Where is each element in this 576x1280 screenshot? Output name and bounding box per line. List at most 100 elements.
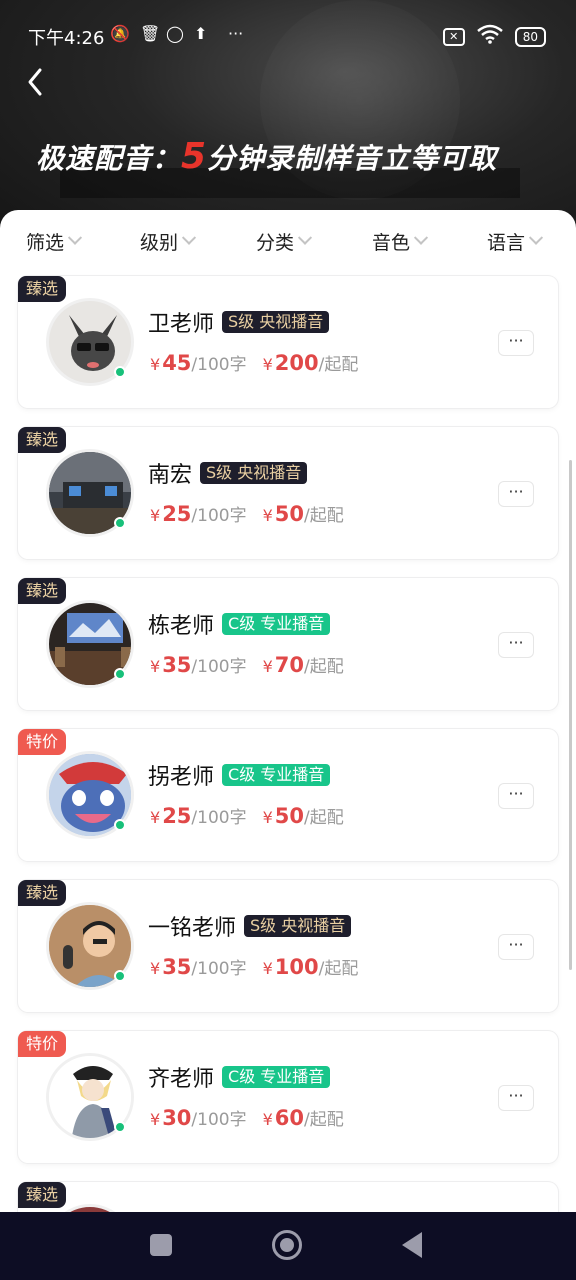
actor-name: 一铭老师	[148, 916, 237, 941]
recent-apps-button[interactable]	[150, 1234, 172, 1256]
currency-symbol: ¥	[150, 959, 161, 978]
system-navigation-bar	[0, 1212, 576, 1280]
scrollbar[interactable]	[569, 460, 572, 970]
status-time: 下午4:26	[28, 28, 105, 49]
pick-badge: 臻选	[18, 880, 67, 906]
wifi-icon	[476, 24, 503, 49]
filter-label: 语言	[487, 232, 526, 254]
price-per-100: 45	[162, 351, 192, 375]
currency-symbol: ¥	[262, 1110, 273, 1129]
min-price: 60	[274, 1106, 305, 1130]
min-price: 100	[274, 955, 319, 979]
banner-text-1: 极速配音：	[36, 142, 182, 175]
location-icon: ◯	[166, 24, 184, 43]
back-nav-button[interactable]	[402, 1232, 422, 1258]
voice-actor-card[interactable]: 臻选 南宏 S级 央视播音 ¥25/100字 ¥50/起配 ···	[18, 427, 558, 559]
voice-actor-card[interactable]: 臻选 卫老师 S级 央视播音 ¥45/100字 ¥200/起配 ···	[18, 276, 558, 408]
sale-badge: 特价	[18, 1031, 67, 1057]
unit-label: /100字	[191, 808, 247, 828]
price-info: ¥25/100字 ¥50/起配	[150, 501, 344, 526]
unit-label: /起配	[304, 506, 344, 526]
online-indicator	[114, 1121, 126, 1133]
pick-badge: 臻选	[18, 427, 67, 453]
currency-symbol: ¥	[262, 506, 273, 525]
price-info: ¥45/100字 ¥200/起配	[150, 350, 358, 375]
actor-name: 卫老师	[148, 312, 215, 337]
unit-label: /起配	[304, 657, 344, 677]
price-per-100: 35	[162, 955, 192, 979]
filter-label: 分类	[256, 232, 295, 254]
pick-badge: 臻选	[18, 1182, 67, 1208]
trash-icon: 🗑	[140, 24, 161, 43]
voice-actor-list-panel: 筛选 级别 分类 音色 语言 臻选 卫老师 S级 央视播音 ¥45/100字 ¥2…	[0, 210, 576, 1212]
more-status-icon: ···	[228, 24, 244, 43]
unit-label: /起配	[304, 808, 344, 828]
currency-symbol: ¥	[150, 657, 161, 676]
price-info: ¥35/100字 ¥70/起配	[150, 652, 344, 677]
online-indicator	[114, 668, 126, 680]
filter-level[interactable]: 级别	[140, 228, 197, 255]
level-badge: S级 央视播音	[200, 462, 308, 484]
voice-actor-card[interactable]: 臻选 一铭老师 S级 央视播音 ¥35/100字 ¥100/起配 ···	[18, 880, 558, 1012]
filter-language[interactable]: 语言	[487, 228, 544, 255]
more-options-button[interactable]: ···	[498, 632, 534, 658]
filter-label: 筛选	[26, 232, 65, 254]
currency-symbol: ¥	[150, 355, 161, 374]
min-price: 50	[274, 804, 305, 828]
unit-label: /100字	[191, 506, 247, 526]
online-indicator	[114, 517, 126, 529]
min-price: 200	[274, 351, 319, 375]
back-button[interactable]	[24, 66, 54, 102]
unit-label: /100字	[191, 1110, 247, 1130]
online-indicator	[114, 366, 126, 378]
price-per-100: 30	[162, 1106, 192, 1130]
voice-actor-card[interactable]: 特价 拐老师 C级 专业播音 ¥25/100字 ¥50/起配 ···	[18, 729, 558, 861]
more-options-button[interactable]: ···	[498, 934, 534, 960]
filter-category[interactable]: 分类	[256, 228, 313, 255]
more-options-button[interactable]: ···	[498, 1085, 534, 1111]
filter-timbre[interactable]: 音色	[372, 228, 429, 255]
currency-symbol: ¥	[150, 506, 161, 525]
upload-icon: ⬆	[194, 24, 208, 43]
chevron-down-icon	[413, 230, 429, 245]
chevron-down-icon	[528, 230, 544, 245]
level-badge: C级 专业播音	[222, 764, 331, 786]
voice-actor-card[interactable]: 臻选 栋老师 C级 专业播音 ¥35/100字 ¥70/起配 ···	[18, 578, 558, 710]
filter-screen[interactable]: 筛选	[26, 228, 83, 255]
currency-symbol: ¥	[150, 1110, 161, 1129]
more-options-button[interactable]: ···	[498, 330, 534, 356]
price-info: ¥30/100字 ¥60/起配	[150, 1105, 344, 1130]
more-options-button[interactable]: ···	[498, 481, 534, 507]
unit-label: /起配	[318, 355, 359, 375]
mute-icon: 🔕	[110, 24, 130, 43]
unit-label: /起配	[318, 959, 359, 979]
currency-symbol: ¥	[262, 808, 273, 827]
filter-label: 音色	[372, 232, 411, 254]
currency-symbol: ¥	[150, 808, 161, 827]
price-info: ¥25/100字 ¥50/起配	[150, 803, 344, 828]
more-options-button[interactable]: ···	[498, 783, 534, 809]
filter-label: 级别	[140, 232, 179, 254]
banner-text-2: 分钟录制样音立等可取	[207, 142, 498, 175]
chevron-down-icon	[181, 230, 197, 245]
level-badge: C级 专业播音	[222, 1066, 331, 1088]
level-badge: C级 专业播音	[222, 613, 331, 635]
battery-indicator: 80	[514, 26, 546, 47]
price-info: ¥35/100字 ¥100/起配	[150, 954, 358, 979]
currency-symbol: ¥	[262, 657, 273, 676]
pick-badge: 臻选	[18, 276, 67, 302]
currency-symbol: ¥	[262, 355, 273, 374]
home-button[interactable]	[272, 1230, 302, 1260]
actor-name: 拐老师	[148, 765, 215, 790]
actor-name: 栋老师	[148, 614, 215, 639]
voice-actor-card[interactable]: 臻选	[18, 1182, 558, 1212]
online-indicator	[114, 970, 126, 982]
unit-label: /100字	[191, 959, 247, 979]
level-badge: S级 央视播音	[244, 915, 352, 937]
price-per-100: 25	[162, 804, 192, 828]
online-indicator	[114, 819, 126, 831]
banner-number: 5	[181, 136, 208, 177]
min-price: 50	[274, 502, 305, 526]
voice-actor-card[interactable]: 特价 齐老师 C级 专业播音 ¥30/100字 ¥60/起配 ···	[18, 1031, 558, 1163]
chevron-left-icon	[28, 68, 42, 96]
